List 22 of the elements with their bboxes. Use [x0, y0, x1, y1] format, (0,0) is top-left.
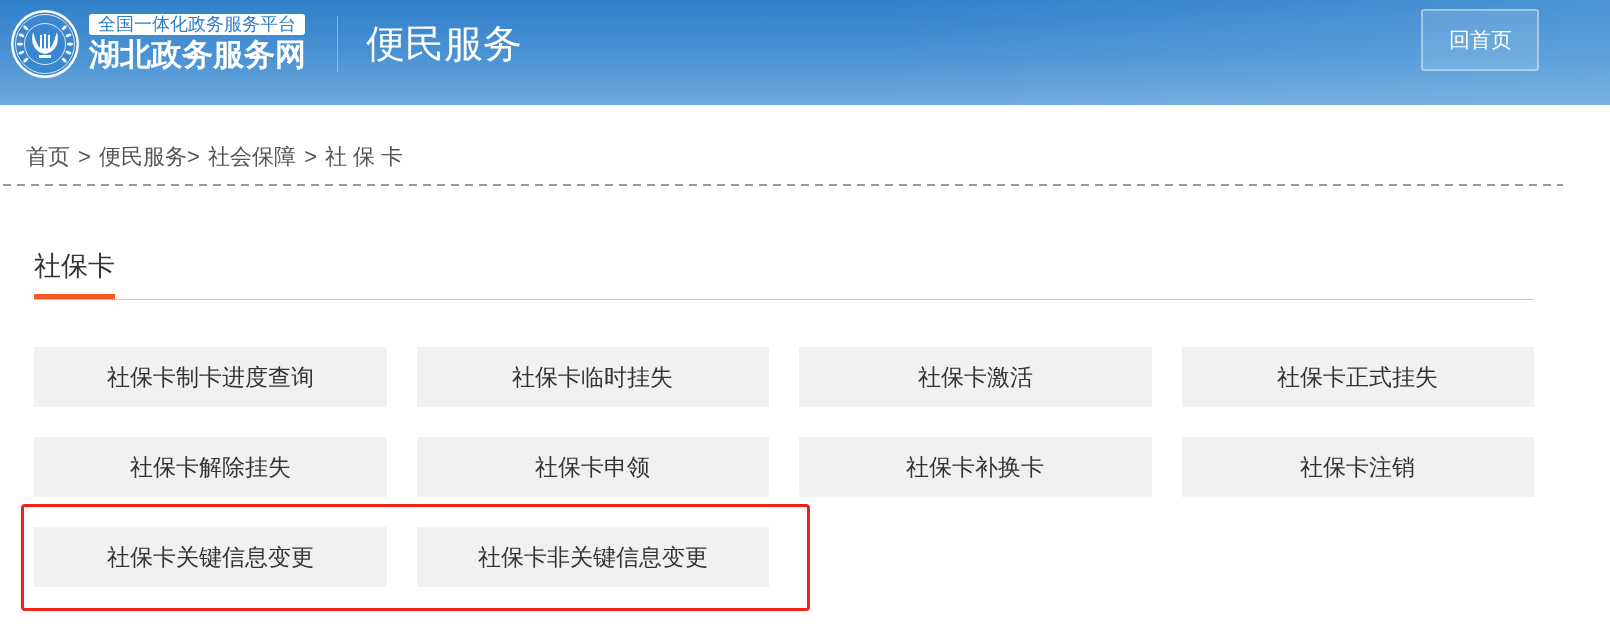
- service-button[interactable]: 社保卡非关键信息变更: [416, 527, 769, 587]
- breadcrumb-link[interactable]: 社会保障: [208, 142, 297, 172]
- service-button[interactable]: 社保卡正式挂失: [1181, 347, 1534, 407]
- service-button[interactable]: 社保卡临时挂失: [416, 347, 769, 407]
- platform-badge: 全国一体化政务服务平台: [89, 14, 305, 35]
- emblem-icon: [11, 9, 79, 78]
- service-button[interactable]: 社保卡关键信息变更: [34, 527, 387, 587]
- section-title: 便民服务: [366, 20, 522, 67]
- service-button[interactable]: 社保卡制卡进度查询: [34, 347, 387, 407]
- service-button[interactable]: 社保卡激活: [799, 347, 1152, 407]
- breadcrumb-separator: >: [77, 143, 92, 171]
- site-name: 湖北政务服务网: [89, 37, 306, 73]
- breadcrumb-separator: >: [187, 143, 201, 171]
- breadcrumb-link[interactable]: 社 保 卡: [325, 142, 404, 172]
- service-button[interactable]: 社保卡解除挂失: [34, 437, 387, 497]
- breadcrumb-link[interactable]: 首页: [26, 142, 70, 172]
- breadcrumb-separator: >: [303, 143, 318, 171]
- category-tab[interactable]: 社保卡: [34, 248, 115, 299]
- service-button[interactable]: 社保卡申领: [416, 437, 769, 497]
- service-button[interactable]: 社保卡补换卡: [799, 437, 1152, 497]
- service-button[interactable]: 社保卡注销: [1181, 437, 1534, 497]
- breadcrumb-link[interactable]: 便民服务: [99, 142, 188, 172]
